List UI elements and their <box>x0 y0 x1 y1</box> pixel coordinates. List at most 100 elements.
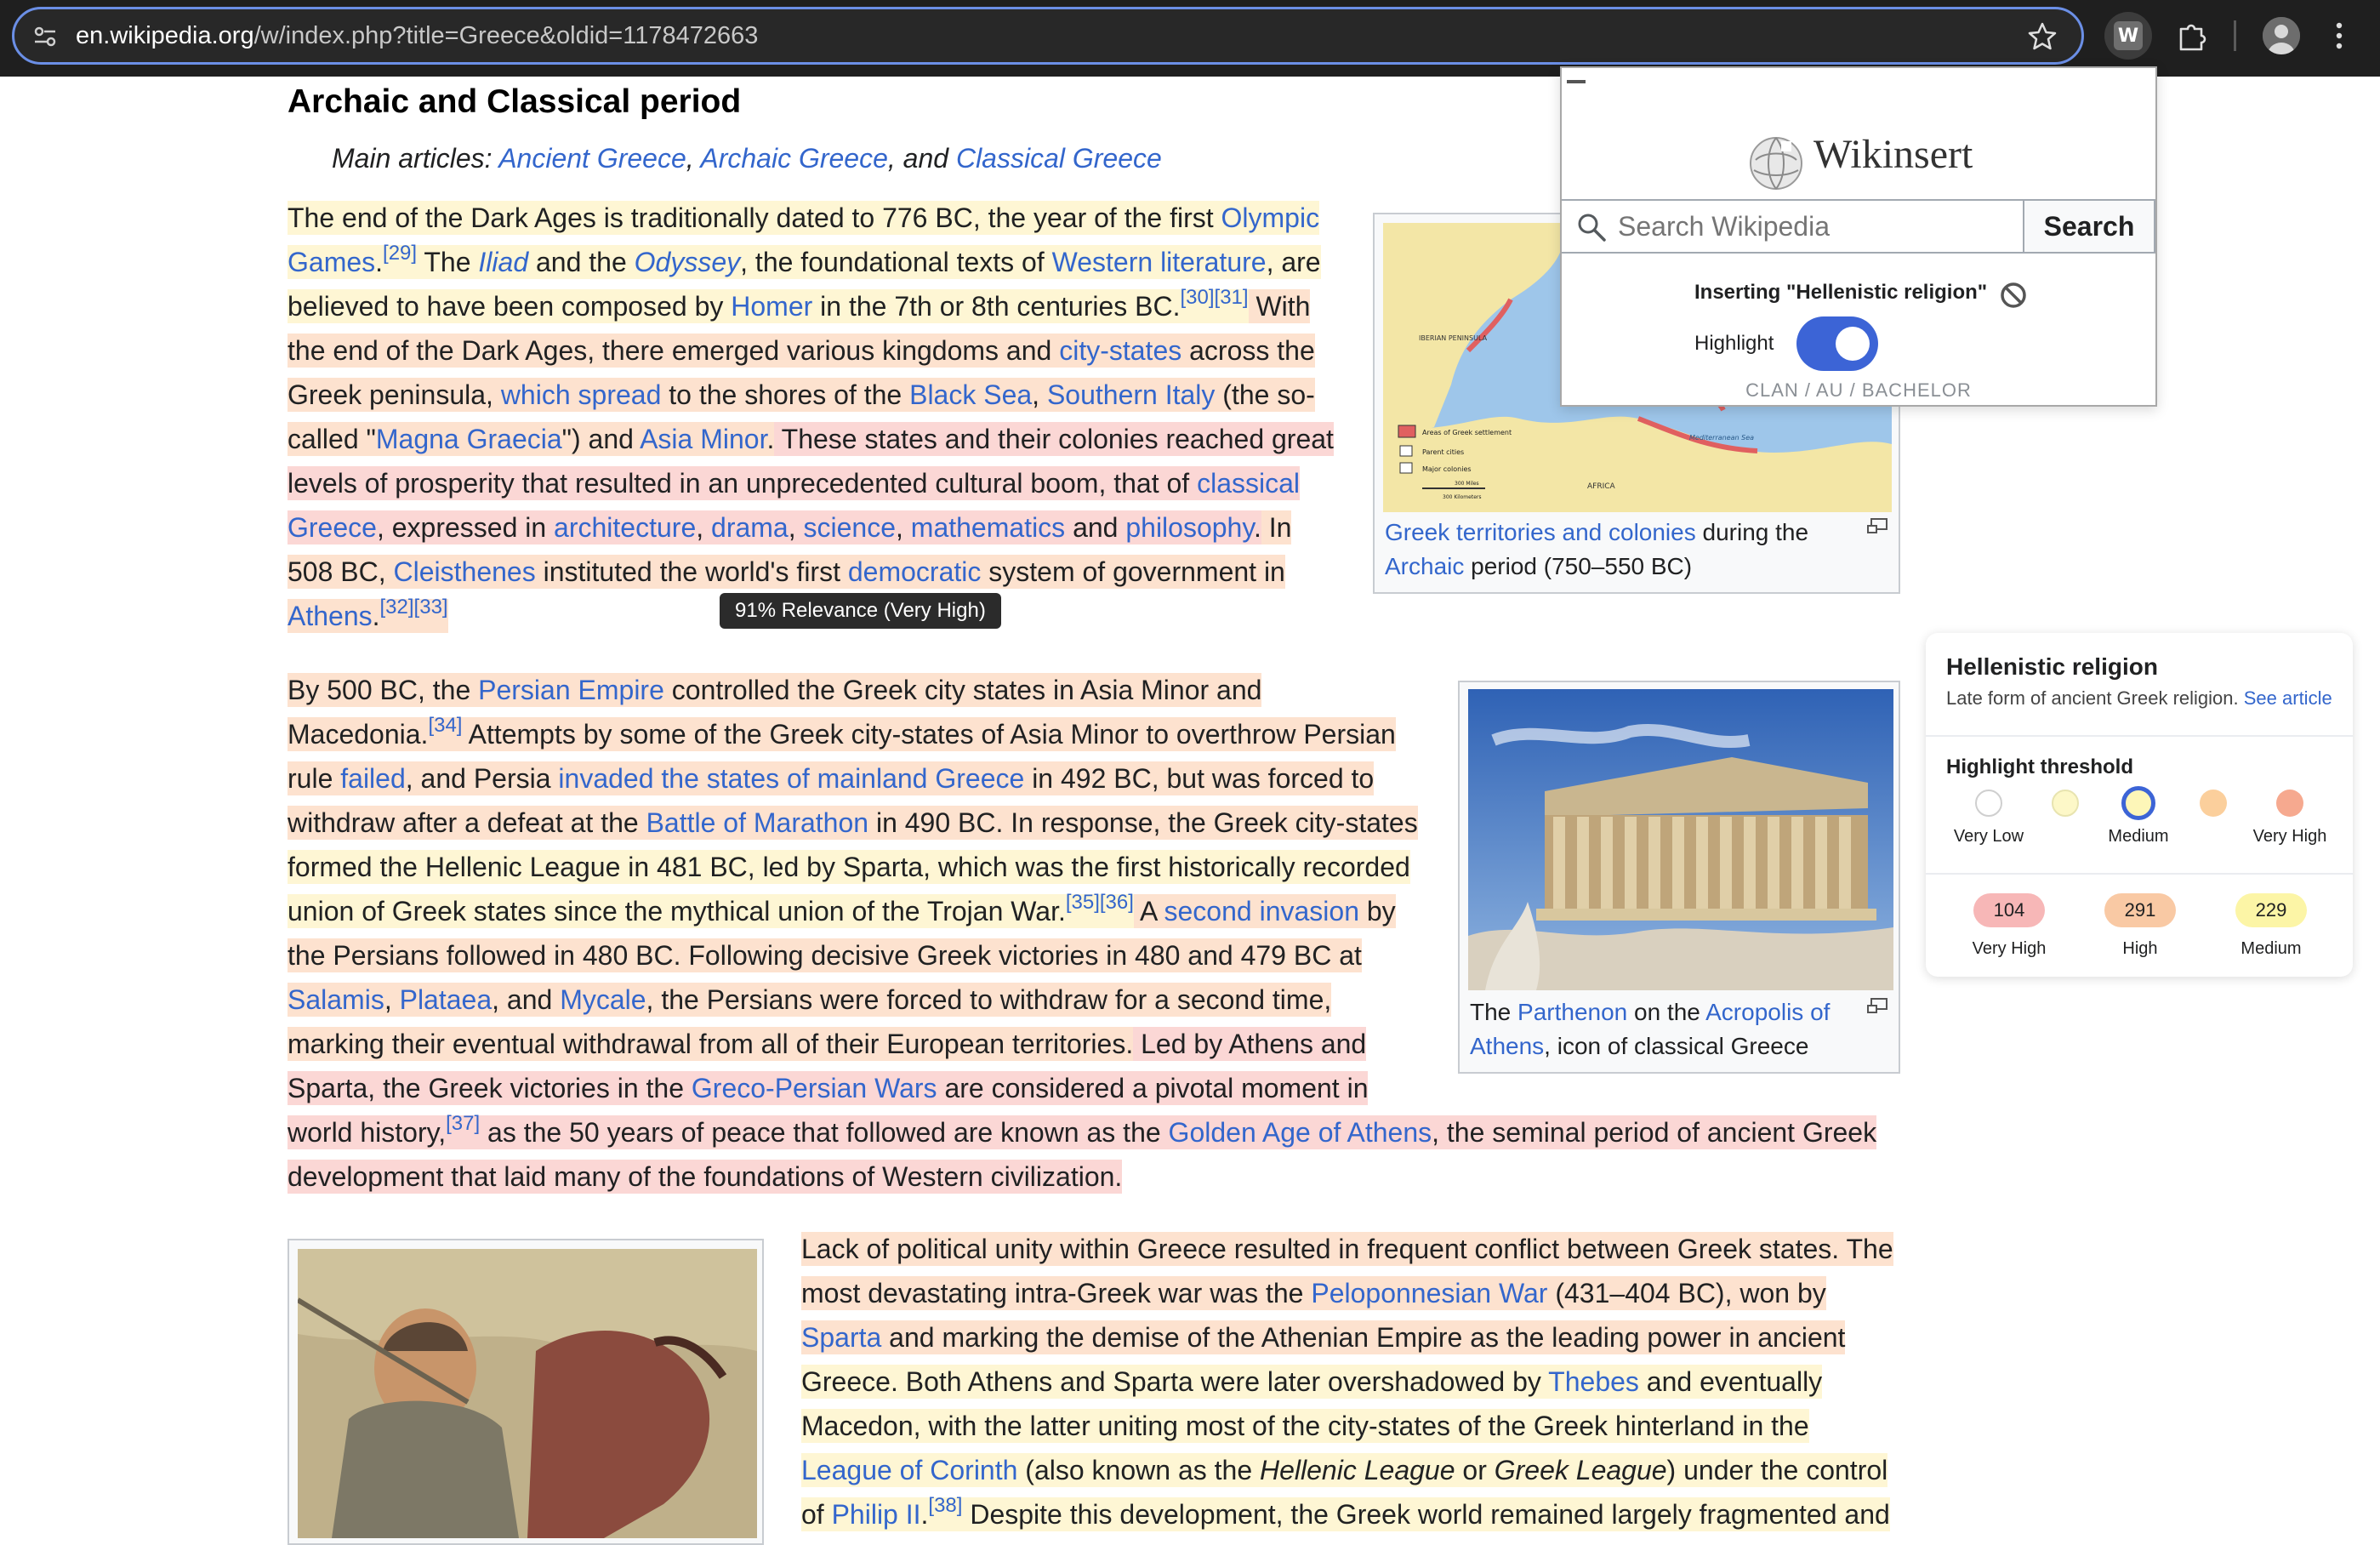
search-input[interactable] <box>1618 201 2060 252</box>
hatnote-link-archaic-greece[interactable]: Archaic Greece <box>700 143 888 174</box>
link-architecture[interactable]: architecture <box>554 512 696 543</box>
description-text: Late form of ancient Greek religion. <box>1946 687 2239 709</box>
wikipedia-globe-icon <box>1750 137 1802 190</box>
map-legend-colonies: Major colonies <box>1422 465 1472 473</box>
link-philosophy[interactable]: philosophy <box>1125 512 1254 543</box>
map-legend-parent: Parent cities <box>1422 448 1464 456</box>
address-bar[interactable]: en.wikipedia.org/w/index.php?title=Greec… <box>12 7 2084 65</box>
hatnote-link-classical-greece[interactable]: Classical Greece <box>956 143 1162 174</box>
link-southern-italy[interactable]: Southern Italy <box>1047 379 1215 410</box>
caption-link-athens[interactable]: Athens <box>1470 1033 1544 1059</box>
search-button[interactable]: Search <box>2023 199 2155 254</box>
link-asia-minor[interactable]: Asia Minor <box>640 424 766 454</box>
link-classical-greece[interactable]: Greece <box>288 512 377 543</box>
caption-link-territories[interactable]: Greek territories and colonies <box>1385 519 1696 545</box>
figure-caption: Greek territories and colonies during th… <box>1385 516 1861 584</box>
link-cleisthenes[interactable]: Cleisthenes <box>394 556 536 587</box>
threshold-low[interactable] <box>2052 790 2079 817</box>
panel-title: Hellenistic religion <box>1946 653 2158 680</box>
link-olympic-games[interactable]: Olympic <box>1221 202 1320 233</box>
see-article-link[interactable]: See article <box>2244 687 2332 709</box>
link-thebes[interactable]: Thebes <box>1548 1366 1639 1397</box>
link-black-sea[interactable]: Black Sea <box>909 379 1032 410</box>
threshold-medium[interactable] <box>2121 786 2155 820</box>
link-magna-graecia[interactable]: Magna Graecia <box>376 424 562 454</box>
count-very-high: 104 <box>1973 893 2045 927</box>
figure-caption: The Parthenon on the Acropolis of Athens… <box>1470 995 1861 1063</box>
link-greco-persian-wars[interactable]: Greco-Persian Wars <box>692 1073 937 1103</box>
link-classical-greece[interactable]: classical <box>1197 468 1300 499</box>
link-battle-of-marathon[interactable]: Battle of Marathon <box>646 807 868 838</box>
threshold-label: Very High <box>2252 827 2327 846</box>
map-scale-km: 300 Kilometers <box>1443 494 1481 500</box>
relevance-panel: Hellenistic religion Late form of ancien… <box>1926 633 2353 977</box>
cancel-insert-icon[interactable] <box>1999 281 2028 310</box>
url-path: /w/index.php?title=Greece&oldid=11784726… <box>253 22 759 49</box>
browser-menu-icon[interactable] <box>2332 19 2346 53</box>
link-salamis[interactable]: Salamis <box>288 984 384 1015</box>
figure-parthenon: The Parthenon on the Acropolis of Athens… <box>1458 681 1900 1074</box>
highlight-toggle[interactable] <box>1796 316 1878 371</box>
link-odyssey[interactable]: Odyssey <box>635 247 740 277</box>
threshold-very-low[interactable] <box>1975 790 2002 817</box>
link-drama[interactable]: drama <box>711 512 789 543</box>
paragraph-peloponnesian-war: Lack of political unity within Greece re… <box>801 1232 1893 1531</box>
map-label-iberian: IBERIAN PENINSULA <box>1419 334 1488 342</box>
browser-toolbar: en.wikipedia.org/w/index.php?title=Greec… <box>0 0 2380 77</box>
search-icon <box>1578 214 1606 242</box>
wikinsert-extension-button[interactable]: W <box>2104 12 2152 60</box>
link-golden-age-of-athens[interactable]: Golden Age of Athens <box>1169 1117 1432 1148</box>
bookmark-star-icon[interactable] <box>2027 21 2058 52</box>
enlarge-icon[interactable] <box>1866 997 1888 1016</box>
link-second-invasion[interactable]: second invasion <box>1164 896 1359 926</box>
link-democratic[interactable]: democratic <box>848 556 982 587</box>
profile-avatar[interactable] <box>2263 17 2300 54</box>
link-science[interactable]: science <box>804 512 897 543</box>
caption-link-archaic[interactable]: Archaic <box>1385 553 1464 579</box>
link-mathematics[interactable]: mathematics <box>911 512 1065 543</box>
toolbar-divider <box>2234 20 2236 51</box>
link-olympic-games[interactable]: Games <box>288 247 375 277</box>
site-settings-icon[interactable] <box>30 21 60 52</box>
link-philip-ii[interactable]: Philip II <box>832 1499 921 1530</box>
parthenon-image[interactable] <box>1468 689 1893 990</box>
link-league-of-corinth[interactable]: League of Corinth <box>801 1455 1017 1485</box>
link-mycale[interactable]: Mycale <box>560 984 646 1015</box>
link-western-literature[interactable]: Western literature <box>1052 247 1267 277</box>
link-which-spread[interactable]: which spread <box>501 379 662 410</box>
link-plataea[interactable]: Plataea <box>400 984 493 1015</box>
divider <box>1926 873 2353 875</box>
caption-text: period (750–550 BC) <box>1464 553 1693 579</box>
relevance-tooltip: 91% Relevance (Very High) <box>720 593 1001 629</box>
threshold-title: Highlight threshold <box>1946 755 2133 778</box>
count-medium: 229 <box>2235 893 2307 927</box>
link-iliad[interactable]: Iliad <box>478 247 528 277</box>
threshold-very-high[interactable] <box>2276 790 2303 817</box>
hatnote-link-ancient-greece[interactable]: Ancient Greece <box>498 143 686 174</box>
caption-link-parthenon[interactable]: Parthenon <box>1517 999 1627 1025</box>
link-homer[interactable]: Homer <box>731 291 812 322</box>
alexander-mosaic-image[interactable] <box>298 1249 757 1538</box>
toggle-knob <box>1836 327 1870 361</box>
link-invaded-mainland-greece[interactable]: invaded the states of mainland Greece <box>558 763 1024 794</box>
link-persian-empire[interactable]: Persian Empire <box>478 675 664 705</box>
link-failed[interactable]: failed <box>340 763 406 794</box>
url-text[interactable]: en.wikipedia.org/w/index.php?title=Greec… <box>76 22 758 50</box>
caption-link-acropolis[interactable]: Acropolis of <box>1705 999 1830 1025</box>
hatnote-separator: , <box>686 143 701 174</box>
extensions-puzzle-icon[interactable] <box>2174 19 2208 53</box>
link-city-states[interactable]: city-states <box>1059 335 1181 366</box>
map-legend-settlement: Areas of Greek settlement <box>1422 429 1512 436</box>
caption-text: on the <box>1627 999 1706 1025</box>
link-peloponnesian-war[interactable]: Peloponnesian War <box>1311 1278 1547 1308</box>
hatnote: Main articles: Ancient Greece, Archaic G… <box>332 143 1162 174</box>
threshold-label: Very Low <box>1953 827 2024 846</box>
highlight-label: Highlight <box>1694 332 1774 355</box>
threshold-high[interactable] <box>2200 790 2227 817</box>
link-athens[interactable]: Athens <box>288 601 373 631</box>
link-sparta[interactable]: Sparta <box>801 1322 881 1353</box>
minimize-icon[interactable] <box>1567 80 1586 83</box>
hatnote-separator: , and <box>887 143 956 174</box>
map-scale-miles: 300 Miles <box>1455 481 1479 487</box>
enlarge-icon[interactable] <box>1866 517 1888 536</box>
